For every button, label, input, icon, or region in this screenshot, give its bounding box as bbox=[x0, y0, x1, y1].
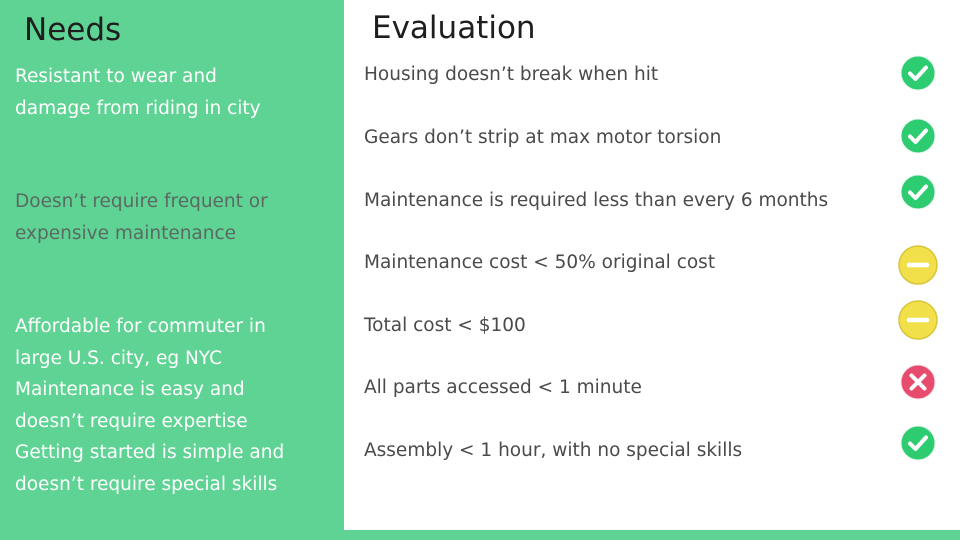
need-item-affordability-ease: Affordable for commuter in large U.S. ci… bbox=[15, 311, 340, 500]
evaluation-row-text: Maintenance cost < 50% original cost bbox=[364, 252, 716, 273]
need-line: Maintenance is easy and bbox=[15, 379, 245, 400]
check-circle-icon bbox=[900, 55, 936, 91]
need-line: damage from riding in city bbox=[15, 97, 261, 119]
need-item-wear-resistance: Resistant to wear and damage from riding… bbox=[15, 61, 340, 124]
need-line: Getting started is simple and bbox=[15, 442, 285, 463]
need-line: large U.S. city, eg NYC bbox=[15, 347, 223, 369]
check-circle-icon bbox=[900, 118, 936, 154]
bottom-accent-strip bbox=[344, 530, 960, 540]
need-line: Affordable for commuter in bbox=[15, 316, 266, 337]
need-line: Doesn’t require frequent or bbox=[15, 191, 268, 212]
minus-circle-icon bbox=[898, 300, 938, 340]
x-circle-icon bbox=[900, 364, 936, 400]
minus-circle-icon bbox=[898, 245, 938, 285]
evaluation-title: Evaluation bbox=[372, 10, 536, 46]
need-line: expensive maintenance bbox=[15, 222, 237, 244]
need-line: doesn’t require special skills bbox=[15, 473, 278, 495]
evaluation-row-text: Total cost < $100 bbox=[364, 315, 526, 336]
evaluation-row-text: Gears don’t strip at max motor torsion bbox=[364, 127, 722, 148]
need-line: doesn’t require expertise bbox=[15, 410, 248, 432]
evaluation-row-text: Maintenance is required less than every … bbox=[364, 190, 829, 211]
need-line: Resistant to wear and bbox=[15, 66, 217, 87]
need-item-maintenance: Doesn’t require frequent or expensive ma… bbox=[15, 186, 340, 249]
evaluation-row-text: All parts accessed < 1 minute bbox=[364, 377, 642, 398]
needs-title: Needs bbox=[24, 12, 122, 48]
evaluation-row-text: Assembly < 1 hour, with no special skill… bbox=[364, 440, 743, 461]
evaluation-row-text: Housing doesn’t break when hit bbox=[364, 64, 659, 85]
check-circle-icon bbox=[900, 174, 936, 210]
check-circle-icon bbox=[900, 425, 936, 461]
